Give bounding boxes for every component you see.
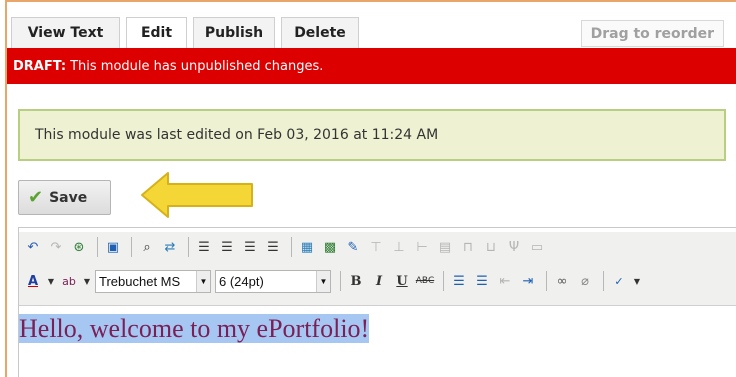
spellcheck-icon[interactable]: ✓ — [609, 271, 629, 291]
save-button[interactable]: ✔ Save — [18, 180, 111, 215]
edit-icon[interactable]: ✎ — [343, 237, 363, 257]
save-label: Save — [49, 189, 88, 206]
checkmark-icon: ✔ — [28, 187, 44, 208]
strikethrough-icon[interactable]: ABC — [415, 271, 435, 291]
toolbar-separator — [443, 271, 444, 291]
module-tabs: View Text Edit Publish Delete — [11, 17, 359, 48]
italic-icon[interactable]: I — [369, 271, 389, 291]
numbered-list-icon[interactable]: ☰ — [472, 271, 492, 291]
redo-icon[interactable]: ↷ — [46, 237, 66, 257]
bold-icon[interactable]: B — [346, 271, 366, 291]
table-props-icon[interactable]: Ψ — [504, 237, 524, 257]
insert-image-icon[interactable]: ▩ — [320, 237, 340, 257]
align-right-icon[interactable]: ☰ — [240, 237, 260, 257]
find-icon[interactable]: ⌕ — [137, 237, 157, 257]
editor-selected-text[interactable]: Hello, welcome to my ePortfolio! — [19, 314, 370, 343]
split-cells-icon[interactable]: ⊔ — [481, 237, 501, 257]
align-justify-icon[interactable]: ☰ — [263, 237, 283, 257]
outdent-icon[interactable]: ⇤ — [495, 271, 515, 291]
paste-word-icon[interactable]: ▣ — [103, 237, 123, 257]
bullet-list-icon[interactable]: ☰ — [449, 271, 469, 291]
link-icon[interactable]: ∞ — [552, 271, 572, 291]
chevron-down-icon[interactable]: ▼ — [632, 271, 642, 291]
underline-icon[interactable]: U — [392, 271, 412, 291]
align-left-icon[interactable]: ☰ — [194, 237, 214, 257]
toolbar-row-2: A ▼ ab ▼ Trebuchet MS ▼ 6 (24pt) ▼ B I U… — [19, 266, 736, 296]
toolbar-separator — [546, 271, 547, 291]
insert-table-icon[interactable]: ▦ — [297, 237, 317, 257]
last-edited-notice: This module was last edited on Feb 03, 2… — [18, 109, 726, 161]
toolbar-row-1: ↶ ↷ ⊛ ▣ ⌕ ⇄ ☰ ☰ ☰ ☰ ▦ ▩ ✎ ⊤ ⊥ ⊢ ▤ ⊓ ⊔ Ψ … — [19, 232, 736, 262]
unlink-icon[interactable]: ⌀ — [575, 271, 595, 291]
chevron-down-icon: ▼ — [196, 270, 210, 292]
font-size-value: 6 (24pt) — [219, 273, 264, 289]
editor-toolbar: ↶ ↷ ⊛ ▣ ⌕ ⇄ ☰ ☰ ☰ ☰ ▦ ▩ ✎ ⊤ ⊥ ⊢ ▤ ⊓ ⊔ Ψ … — [19, 232, 736, 306]
undo-icon[interactable]: ↶ — [23, 237, 43, 257]
align-center-icon[interactable]: ☰ — [217, 237, 237, 257]
tab-publish[interactable]: Publish — [193, 17, 275, 48]
font-family-select[interactable]: Trebuchet MS ▼ — [95, 269, 211, 293]
editor-content-area[interactable]: Hello, welcome to my ePortfolio! — [19, 306, 736, 344]
toolbar-separator — [603, 271, 604, 291]
table-col-after-icon[interactable]: ▤ — [435, 237, 455, 257]
font-family-value: Trebuchet MS — [99, 273, 181, 289]
toolbar-separator — [291, 237, 292, 257]
chevron-down-icon[interactable]: ▼ — [82, 271, 92, 291]
table-col-before-icon[interactable]: ⊢ — [412, 237, 432, 257]
indent-icon[interactable]: ⇥ — [518, 271, 538, 291]
toolbar-separator — [131, 237, 132, 257]
draft-label: DRAFT: — [13, 58, 67, 74]
merge-cells-icon[interactable]: ⊓ — [458, 237, 478, 257]
tab-view-text[interactable]: View Text — [11, 17, 120, 48]
drag-to-reorder-handle[interactable]: Drag to reorder — [580, 20, 724, 47]
tab-delete[interactable]: Delete — [281, 17, 359, 48]
draft-banner: DRAFT: This module has unpublished chang… — [7, 48, 736, 84]
draft-message: This module has unpublished changes. — [70, 58, 324, 74]
toolbar-separator — [97, 237, 98, 257]
table-row-before-icon[interactable]: ⊤ — [366, 237, 386, 257]
table-row-after-icon[interactable]: ⊥ — [389, 237, 409, 257]
highlight-icon[interactable]: ab — [59, 271, 79, 291]
font-color-icon[interactable]: A — [23, 271, 43, 291]
toolbar-separator — [340, 271, 341, 291]
delete-table-icon[interactable]: ▭ — [527, 237, 547, 257]
font-size-select[interactable]: 6 (24pt) ▼ — [215, 269, 331, 293]
chevron-down-icon: ▼ — [316, 270, 330, 292]
yellow-arrow-icon — [141, 172, 253, 218]
tab-edit[interactable]: Edit — [126, 17, 187, 48]
chevron-down-icon[interactable]: ▼ — [46, 271, 56, 291]
cleanup-icon[interactable]: ⊛ — [69, 237, 89, 257]
replace-icon[interactable]: ⇄ — [160, 237, 180, 257]
last-edited-text: This module was last edited on Feb 03, 2… — [35, 127, 439, 143]
rich-text-editor: ↶ ↷ ⊛ ▣ ⌕ ⇄ ☰ ☰ ☰ ☰ ▦ ▩ ✎ ⊤ ⊥ ⊢ ▤ ⊓ ⊔ Ψ … — [18, 227, 736, 377]
toolbar-separator — [188, 237, 189, 257]
